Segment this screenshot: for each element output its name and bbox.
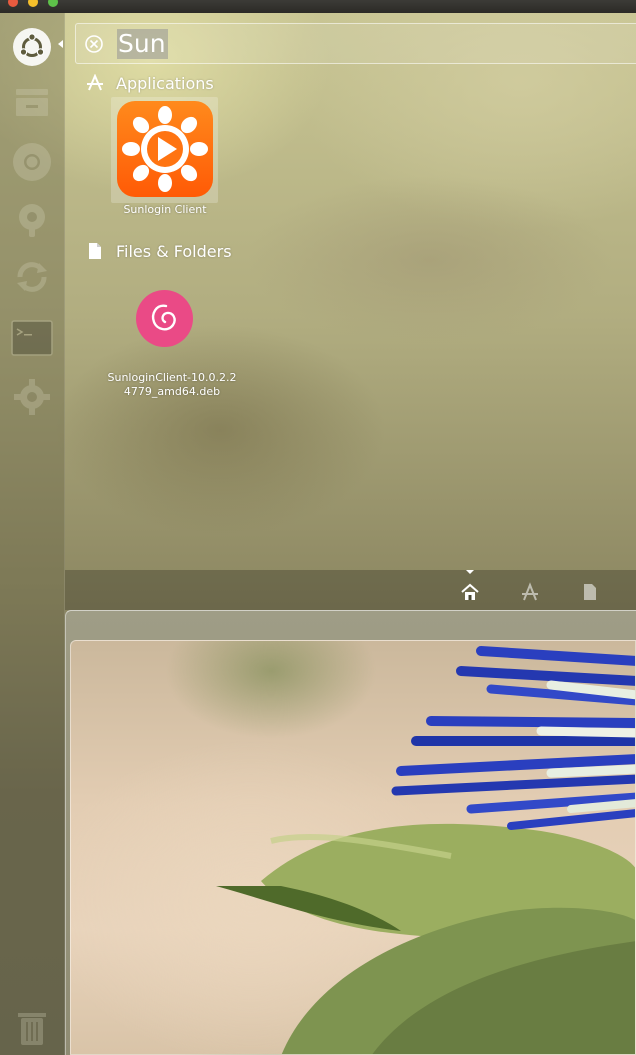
applications-icon <box>87 74 103 91</box>
file-cabinet-icon <box>16 89 48 116</box>
category-applications: Applications <box>86 72 214 94</box>
result-sunlogin-client-label: Sunlogin Client <box>123 203 207 216</box>
home-icon[interactable] <box>460 582 480 602</box>
result-deb-file-label-line2: 4779_amd64.deb <box>123 385 221 398</box>
debian-swirl-icon <box>152 304 176 331</box>
launcher-terminal[interactable] <box>10 316 54 360</box>
trash-icon <box>18 1013 46 1045</box>
category-files-folders: Files & Folders <box>86 240 232 262</box>
window-minimize-button[interactable] <box>28 0 38 7</box>
launcher-system-settings[interactable] <box>10 375 54 419</box>
result-deb-file-label[interactable]: SunloginClient-10.0.2.2 4779_amd64.deb <box>94 371 250 399</box>
sunlogin-sun-icon <box>122 106 208 192</box>
launcher-settings[interactable] <box>10 197 54 241</box>
window-maximize-button[interactable] <box>48 0 58 7</box>
wallpaper-window-content <box>70 640 636 1055</box>
debian-package-icon[interactable] <box>136 290 193 347</box>
refresh-icon <box>17 262 47 292</box>
settings-wrench-icon <box>19 204 45 237</box>
launcher-trash[interactable] <box>10 1005 54 1049</box>
launcher-software-updater[interactable] <box>10 255 54 299</box>
lens-active-indicator <box>466 570 474 574</box>
search-input[interactable]: Sun <box>117 29 168 59</box>
ubuntu-logo-icon <box>19 33 45 57</box>
launcher-files[interactable] <box>10 80 54 124</box>
gear-icon <box>14 379 50 415</box>
files-lens-icon[interactable] <box>580 582 600 602</box>
terminal-icon <box>11 320 53 356</box>
dash-search-bar[interactable]: Sun <box>75 23 636 64</box>
result-deb-file-label-line1: SunloginClient-10.0.2.2 <box>107 371 237 384</box>
sunlogin-client-app-icon[interactable] <box>117 101 213 197</box>
launcher-active-arrow <box>58 40 63 48</box>
flower-photo-illustration <box>216 646 635 1054</box>
file-icon <box>89 243 101 259</box>
category-files-folders-label: Files & Folders <box>116 241 232 261</box>
category-applications-label: Applications <box>116 73 214 93</box>
lens-bar <box>65 570 636 610</box>
launcher-chromium[interactable] <box>10 140 54 184</box>
dash-home-button[interactable] <box>13 28 51 66</box>
window-close-button[interactable] <box>8 0 18 7</box>
chromium-icon <box>13 143 51 181</box>
top-panel <box>0 0 636 13</box>
clear-circle-icon[interactable] <box>84 34 104 54</box>
applications-lens-icon[interactable] <box>520 582 540 602</box>
